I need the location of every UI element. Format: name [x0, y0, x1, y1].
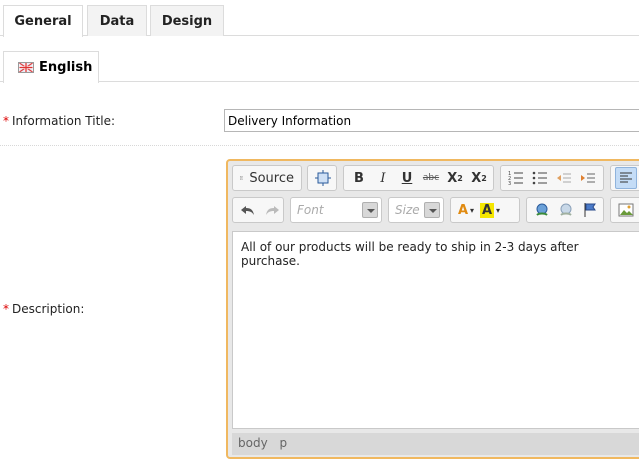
tab-data[interactable]: Data — [87, 5, 147, 36]
tab-design[interactable]: Design — [150, 5, 224, 36]
templates-group — [307, 165, 337, 191]
list-group: 123 — [500, 165, 604, 191]
description-label-text: Description: — [12, 302, 85, 316]
superscript-button[interactable]: X2 — [468, 167, 490, 189]
unlink-icon — [560, 203, 572, 216]
numbered-list-icon: 123 — [508, 171, 523, 186]
size-select[interactable]: Size — [388, 197, 444, 223]
insert-group — [610, 197, 639, 223]
editor-toolbar-row-1: Source B I U abc X2 X2 123 — [232, 165, 639, 193]
bulleted-list-icon — [532, 171, 547, 185]
maximize-icon — [315, 170, 331, 186]
information-title-label-text: Information Title: — [12, 114, 116, 128]
tab-general[interactable]: General — [3, 5, 83, 37]
maximize-button[interactable] — [312, 167, 334, 189]
align-left-button[interactable] — [615, 167, 637, 189]
redo-icon — [266, 206, 279, 215]
outdent-icon — [557, 173, 571, 183]
required-marker: * — [3, 114, 9, 128]
description-label: * Description: — [3, 302, 84, 316]
tab-language-english[interactable]: English — [3, 51, 99, 83]
flag-icon — [584, 203, 596, 217]
language-tab-bar: English — [0, 50, 639, 83]
editor-paragraph: All of our products will be ready to shi… — [241, 240, 579, 268]
redo-button[interactable] — [261, 199, 283, 221]
svg-text:3: 3 — [508, 181, 511, 186]
language-label: English — [39, 60, 93, 75]
row-divider — [0, 145, 639, 146]
decrease-indent-button[interactable] — [553, 167, 575, 189]
information-title-input[interactable] — [224, 109, 639, 132]
source-button[interactable]: Source — [237, 167, 297, 189]
unlink-button[interactable] — [555, 199, 577, 221]
source-label: Source — [249, 170, 294, 186]
align-left-icon — [620, 172, 632, 183]
background-color-button[interactable]: A ▾ — [479, 199, 501, 221]
underline-button[interactable]: U — [396, 167, 418, 189]
color-group: A ▾ A ▾ — [450, 197, 520, 223]
description-editor: Source B I U abc X2 X2 123 Font Size A ▾… — [226, 159, 639, 459]
required-marker: * — [3, 302, 9, 316]
path-item-body[interactable]: body — [238, 436, 268, 450]
information-title-label: * Information Title: — [3, 114, 115, 128]
text-color-button[interactable]: A ▾ — [455, 199, 477, 221]
font-select[interactable]: Font — [290, 197, 382, 223]
path-item-p[interactable]: p — [280, 436, 288, 450]
increase-indent-button[interactable] — [577, 167, 599, 189]
bulleted-list-button[interactable] — [529, 167, 551, 189]
undo-icon — [241, 206, 254, 215]
document-icon — [240, 176, 244, 180]
undo-group — [232, 197, 284, 223]
numbered-list-button[interactable]: 123 — [505, 167, 527, 189]
editor-content-area[interactable]: All of our products will be ready to shi… — [232, 231, 639, 429]
font-select-value: Font — [297, 203, 324, 217]
uk-flag-icon — [18, 62, 34, 73]
main-tab-bar: General Data Design — [0, 0, 639, 37]
image-icon — [618, 203, 634, 217]
link-group — [526, 197, 604, 223]
link-icon — [536, 203, 548, 216]
image-button[interactable] — [615, 199, 637, 221]
align-group — [610, 165, 639, 191]
italic-button[interactable]: I — [372, 167, 394, 189]
chevron-down-icon — [424, 202, 440, 218]
source-group: Source — [232, 165, 302, 191]
undo-button[interactable] — [237, 199, 259, 221]
link-button[interactable] — [531, 199, 553, 221]
size-select-value: Size — [395, 203, 420, 217]
anchor-button[interactable] — [579, 199, 601, 221]
chevron-down-icon — [362, 202, 378, 218]
strikethrough-button[interactable]: abc — [420, 167, 442, 189]
editor-toolbar-row-2: Font Size A ▾ A ▾ — [232, 197, 639, 225]
indent-icon — [581, 173, 595, 183]
editor-element-path: body p — [232, 433, 639, 455]
format-group: B I U abc X2 X2 — [343, 165, 494, 191]
subscript-button[interactable]: X2 — [444, 167, 466, 189]
bold-button[interactable]: B — [348, 167, 370, 189]
